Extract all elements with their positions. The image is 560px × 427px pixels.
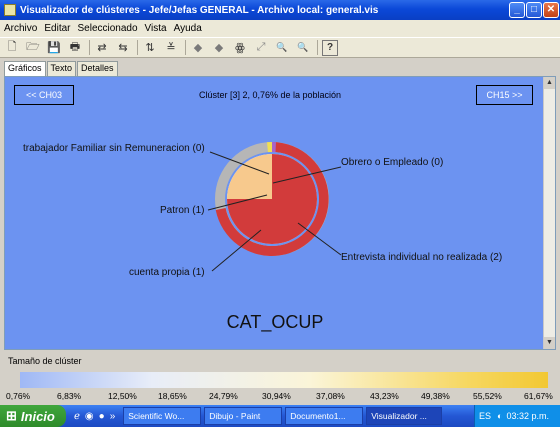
app-icon bbox=[4, 4, 16, 16]
maximize-button[interactable]: □ bbox=[526, 2, 542, 18]
label-cuenta-propia: cuenta propia (1) bbox=[129, 267, 205, 278]
vertical-scrollbar[interactable]: ▲ ▼ bbox=[543, 77, 555, 349]
tab-graficos[interactable]: Gráficos bbox=[4, 61, 46, 76]
clock[interactable]: 03:32 p.m. bbox=[506, 411, 549, 421]
help-icon[interactable]: ? bbox=[322, 39, 338, 56]
menu-archivo[interactable]: Archivo bbox=[4, 23, 37, 34]
menu-editar[interactable]: Editar bbox=[44, 23, 70, 34]
scale-title: Tamaño de clúster bbox=[8, 356, 82, 366]
label-obrero: Obrero o Empleado (0) bbox=[341, 157, 444, 168]
scale-tick: 18,65% bbox=[158, 391, 187, 401]
sort-icon[interactable]: ⇅ bbox=[142, 40, 158, 56]
chart-panel: << CH03 Clúster [3] 2, 0,76% de la pobla… bbox=[4, 76, 556, 350]
label-entrevista: Entrevista individual no realizada (2) bbox=[341, 252, 503, 263]
outer-ring-purple bbox=[272, 142, 276, 153]
expand-icon[interactable]: ⤢ bbox=[253, 40, 269, 56]
back-icon[interactable]: ◆ bbox=[190, 40, 206, 56]
scale-tick: 30,94% bbox=[262, 391, 291, 401]
ie-icon[interactable]: ℯ bbox=[74, 411, 80, 422]
scale-tick: 43,23% bbox=[370, 391, 399, 401]
language-indicator[interactable]: ES bbox=[479, 411, 491, 421]
media-icon[interactable]: ◉ bbox=[85, 411, 94, 422]
menu-seleccionado[interactable]: Seleccionado bbox=[77, 23, 137, 34]
scroll-up-icon[interactable]: ▲ bbox=[544, 77, 555, 89]
quick-launch: ℯ ◉ ● » bbox=[74, 411, 120, 422]
windows-logo-icon: ⊞ bbox=[6, 408, 17, 423]
toolbar-separator bbox=[317, 40, 318, 55]
open-icon[interactable]: 🗁 bbox=[25, 40, 41, 56]
swap-icon[interactable]: ⇄ bbox=[94, 40, 110, 56]
forward-icon[interactable]: ◆ bbox=[211, 40, 227, 56]
task-documento[interactable]: Documento1... bbox=[285, 407, 364, 425]
scale-tick: 55,52% bbox=[473, 391, 502, 401]
network-icon[interactable]: ◐ bbox=[497, 411, 502, 421]
toolbar-separator bbox=[89, 40, 90, 55]
task-label: Dibujo - Paint bbox=[209, 411, 261, 421]
task-label: Scientific Wo... bbox=[128, 411, 185, 421]
scale-tick: 0,76% bbox=[6, 391, 31, 401]
start-button[interactable]: ⊞ Inicio bbox=[0, 405, 66, 427]
task-label: Visualizador ... bbox=[371, 411, 427, 421]
menu-ayuda[interactable]: Ayuda bbox=[174, 23, 202, 34]
title-bar: Visualizador de clústeres - Jefe/Jefas G… bbox=[0, 0, 560, 20]
scale-tick: 61,67% bbox=[524, 391, 553, 401]
firefox-icon[interactable]: ● bbox=[99, 411, 105, 422]
binoculars-icon[interactable]: ꙮ bbox=[232, 40, 248, 56]
scale-tick: 24,79% bbox=[209, 391, 238, 401]
scale-tick: 12,50% bbox=[108, 391, 137, 401]
new-icon[interactable]: 🗋 bbox=[4, 40, 20, 56]
task-scientific[interactable]: Scientific Wo... bbox=[123, 407, 202, 425]
zoom-in-icon[interactable]: 🔍 bbox=[274, 40, 290, 56]
zoom-out-icon[interactable]: 🔍 bbox=[295, 40, 311, 56]
scale-tick: 6,83% bbox=[57, 391, 82, 401]
scroll-down-icon[interactable]: ▼ bbox=[544, 337, 555, 349]
close-button[interactable]: ✕ bbox=[543, 2, 559, 18]
tab-texto[interactable]: Texto bbox=[46, 61, 77, 76]
tab-detalles[interactable]: Detalles bbox=[77, 61, 118, 76]
task-label: Documento1... bbox=[290, 411, 346, 421]
swap-back-icon[interactable]: ⇆ bbox=[115, 40, 131, 56]
menu-vista[interactable]: Vista bbox=[145, 23, 167, 34]
view-tabs: Gráficos Texto Detalles bbox=[4, 61, 119, 76]
more-icon[interactable]: » bbox=[110, 411, 116, 422]
filter-icon[interactable]: ≚ bbox=[163, 40, 179, 56]
save-icon[interactable]: 💾 bbox=[46, 40, 62, 56]
label-patron: Patron (1) bbox=[160, 205, 205, 216]
taskbar: ⊞ Inicio ℯ ◉ ● » Scientific Wo... Dibujo… bbox=[0, 405, 560, 427]
toolbar: 🗋 🗁 💾 🖶 ⇄ ⇆ ⇅ ≚ ◆ ◆ ꙮ ⤢ 🔍 🔍 ? bbox=[0, 37, 560, 58]
scale-tick: 37,08% bbox=[316, 391, 345, 401]
variable-name: CAT_OCUP bbox=[226, 312, 324, 332]
cluster-size-gradient bbox=[20, 372, 548, 388]
task-paint[interactable]: Dibujo - Paint bbox=[204, 407, 283, 425]
window-title: Visualizador de clústeres - Jefe/Jefas G… bbox=[20, 4, 379, 16]
scale-tick: 49,38% bbox=[421, 391, 450, 401]
toolbar-separator bbox=[137, 40, 138, 55]
minimize-button[interactable]: _ bbox=[509, 2, 525, 18]
toolbar-separator bbox=[185, 40, 186, 55]
label-familiar: trabajador Familiar sin Remuneracion (0) bbox=[23, 143, 205, 154]
scale-ticks: 0,76% 6,83% 12,50% 18,65% 24,79% 30,94% … bbox=[0, 391, 560, 403]
system-tray: ES ◐ 03:32 p.m. bbox=[474, 405, 560, 427]
donut-chart bbox=[207, 142, 342, 272]
print-icon[interactable]: 🖶 bbox=[67, 40, 83, 56]
start-label: Inicio bbox=[20, 408, 55, 424]
task-visualizador[interactable]: Visualizador ... bbox=[366, 407, 443, 425]
menu-bar: Archivo Editar Seleccionado Vista Ayuda bbox=[0, 20, 560, 37]
